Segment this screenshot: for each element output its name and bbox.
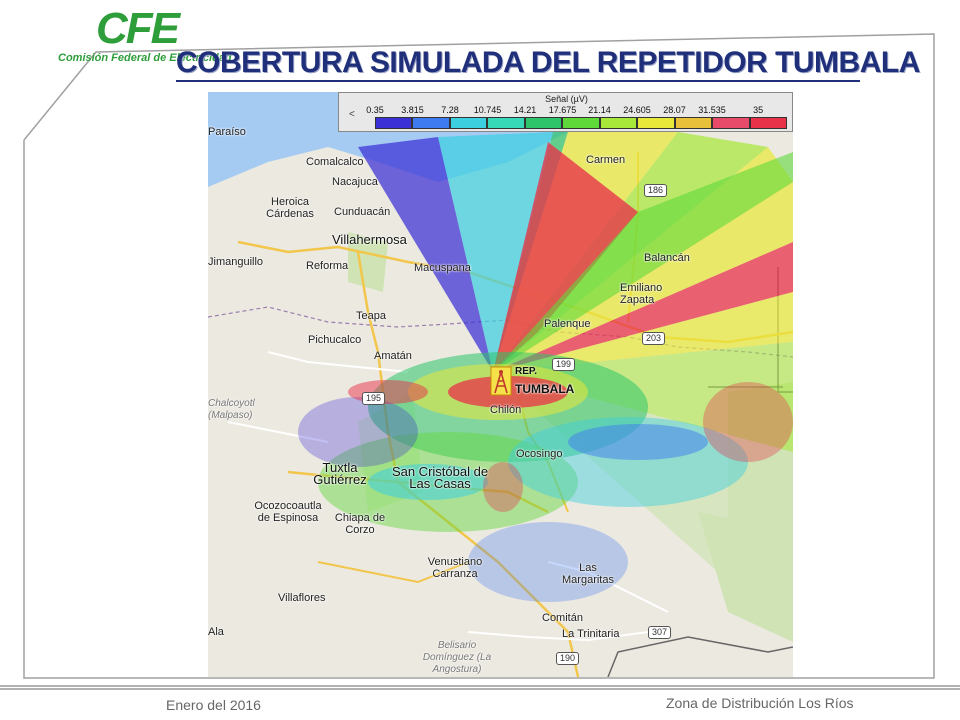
- legend-value: 31.535: [698, 105, 726, 115]
- legend-values: 0.35 3.815 7.28 10.745 14.21 17.675 21.1…: [366, 105, 787, 116]
- coverage-map: Señal (µV) < 0.35 3.815 7.28 10.745 14.2…: [208, 92, 793, 677]
- legend-swatch: [412, 117, 450, 129]
- place-label: Emiliano Zapata: [620, 282, 663, 306]
- legend-color-bar: [375, 117, 787, 129]
- place-label: San Cristóbal de Las Casas: [391, 464, 489, 491]
- repeater-tower-icon: [490, 366, 512, 396]
- legend-value: 7.28: [441, 105, 459, 115]
- place-label: Palenque: [544, 318, 591, 330]
- place-label: Pichucalco: [308, 334, 362, 346]
- legend-swatch: [524, 117, 563, 129]
- place-label: Comalcalco: [306, 156, 364, 168]
- signal-legend: Señal (µV) < 0.35 3.815 7.28 10.745 14.2…: [338, 92, 793, 132]
- highway-shield: 203: [642, 332, 666, 345]
- place-label: Villahermosa: [332, 232, 407, 247]
- place-label: Reforma: [306, 260, 349, 272]
- legend-value: 35: [753, 105, 764, 115]
- place-label: Paraíso: [208, 126, 246, 138]
- legend-swatch: [674, 117, 713, 129]
- legend-value: 10.745: [473, 105, 502, 115]
- place-label: Teapa: [356, 310, 386, 322]
- legend-scroll-arrow[interactable]: <: [349, 109, 355, 120]
- legend-value: 21.14: [588, 105, 611, 115]
- footer-zone: Zona de Distribución Los Ríos: [666, 695, 854, 711]
- place-label: Comitán: [542, 612, 583, 624]
- place-label: Jimanguillo: [208, 256, 264, 268]
- place-label: Venustiano Carranza: [427, 556, 483, 580]
- legend-swatch: [749, 117, 787, 129]
- place-label: Chiapa de Corzo: [334, 512, 386, 536]
- legend-value: 17.675: [548, 105, 577, 115]
- highway-shield: 199: [552, 358, 576, 371]
- legend-swatch: [712, 117, 750, 129]
- place-label: La Trinitaria: [562, 628, 620, 640]
- place-label: Heroica Cárdenas: [266, 196, 314, 220]
- place-label: Cunduacán: [334, 206, 391, 218]
- place-label: Ocozocoautla de Espinosa: [254, 500, 322, 524]
- highway-shield: 190: [556, 652, 580, 665]
- legend-value: 14.21: [513, 105, 537, 115]
- place-label: Ala: [208, 626, 224, 638]
- highway-shield: 186: [644, 184, 668, 197]
- cfe-logo-mark: CFE: [96, 4, 180, 53]
- highway-shield: 195: [362, 392, 386, 405]
- title-underline: [176, 80, 860, 82]
- highway-shield: 307: [648, 626, 672, 639]
- slide-title: COBERTURA SIMULADA DEL REPETIDOR TUMBALA: [176, 46, 920, 79]
- legend-swatch: [562, 117, 600, 129]
- legend-swatch: [449, 117, 488, 129]
- place-label: Balancán: [644, 252, 690, 264]
- repeater-label-prefix: REP.: [515, 366, 538, 377]
- slide: CFE Comisión Federal de Electricidad COB…: [0, 0, 960, 720]
- place-label: Chalcoyotl (Malpaso): [208, 398, 255, 421]
- legend-value: 0.35: [366, 105, 384, 115]
- place-label: Nacajuca: [332, 176, 378, 188]
- legend-value: 3.815: [401, 105, 424, 115]
- place-label: Belisario Domínguez (La Angostura): [422, 640, 492, 675]
- legend-swatch: [487, 117, 525, 129]
- repeater-label-name: TUMBALA: [515, 382, 575, 396]
- place-label: Macuspana: [414, 262, 471, 274]
- place-label: Amatán: [374, 350, 412, 362]
- legend-value: 24.605: [623, 105, 651, 115]
- place-label: Las Margaritas: [562, 562, 614, 586]
- legend-value: 28.07: [663, 105, 686, 115]
- place-label: Chilón: [490, 404, 522, 416]
- place-label: Carmen: [586, 154, 626, 166]
- legend-swatch: [637, 117, 675, 129]
- footer-date: Enero del 2016: [166, 697, 261, 713]
- legend-title: Señal (µV): [545, 94, 588, 104]
- place-label: Ocosingo: [516, 448, 563, 460]
- legend-swatch: [375, 117, 413, 129]
- place-label: Villaflores: [278, 592, 326, 604]
- place-label: Tuxtla Gutiérrez: [313, 460, 367, 487]
- legend-swatch: [599, 117, 638, 129]
